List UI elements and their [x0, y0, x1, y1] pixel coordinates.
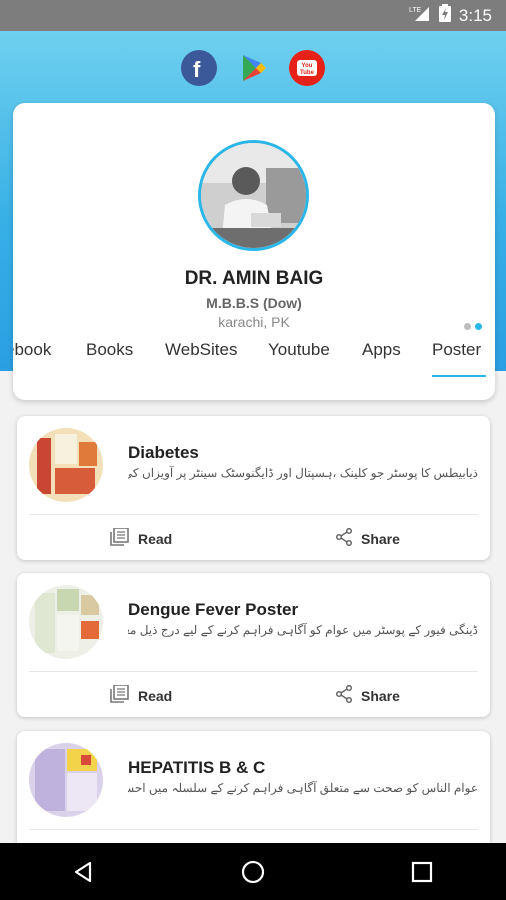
- post-title: Dengue Fever Poster: [128, 600, 299, 619]
- status-bar: LTE 3:15: [0, 0, 506, 31]
- share-label: Share: [361, 687, 400, 704]
- share-button[interactable]: Share: [335, 684, 400, 706]
- home-icon[interactable]: [233, 852, 273, 892]
- share-button[interactable]: Share: [335, 527, 400, 549]
- svg-text:You: You: [302, 63, 313, 69]
- tab-ebook[interactable]: ebook: [13, 337, 51, 377]
- page-dot: [464, 323, 471, 330]
- social-links: f You Tube: [0, 50, 506, 86]
- post-description: ذیابیطس کا پوسٹر جو کلینک ،ہسپتال اور ڈا…: [128, 466, 478, 480]
- post-card[interactable]: Dengue Fever Poster ڈینگی فیور کے پوسٹر …: [17, 573, 490, 717]
- read-button[interactable]: Read: [110, 684, 173, 706]
- svg-text:Tube: Tube: [300, 70, 315, 76]
- book-icon: [110, 684, 130, 706]
- divider: [29, 829, 478, 830]
- share-icon: [335, 684, 353, 706]
- read-label: Read: [138, 687, 173, 704]
- doctor-name: DR. AMIN BAIG: [184, 268, 324, 289]
- post-card[interactable]: Diabetes ذیابیطس کا پوسٹر جو کلینک ،ہسپت…: [17, 416, 490, 560]
- post-thumbnail: [29, 428, 103, 502]
- facebook-icon[interactable]: f: [181, 50, 217, 86]
- status-time: 3:15: [458, 5, 492, 25]
- category-tabs: ebook Books WebSites Youtube Apps Poster: [13, 337, 495, 377]
- tab-apps[interactable]: Apps: [362, 337, 401, 377]
- lte-signal-icon: LTE: [409, 5, 431, 26]
- svg-text:f: f: [193, 57, 201, 82]
- svg-text:LTE: LTE: [409, 7, 422, 14]
- share-label: Share: [361, 530, 400, 547]
- page-dot-active: [475, 323, 482, 330]
- divider: [29, 671, 478, 672]
- back-icon[interactable]: [64, 852, 104, 892]
- book-icon: [110, 527, 130, 549]
- post-title: Diabetes: [128, 443, 199, 462]
- share-icon: [335, 527, 353, 549]
- post-description: عوام الناس کو صحت سے متعلق آگاہی فراہم ک…: [128, 781, 478, 795]
- post-thumbnail: [29, 585, 103, 659]
- doctor-location: karachi, PK: [218, 314, 290, 330]
- recents-icon[interactable]: [402, 852, 442, 892]
- profile-card: DR. AMIN BAIG M.B.B.S (Dow) karachi, PK …: [13, 103, 495, 400]
- read-button[interactable]: Read: [110, 527, 173, 549]
- tab-poster[interactable]: Poster: [432, 337, 486, 377]
- tab-youtube[interactable]: Youtube: [268, 337, 330, 377]
- post-description: ڈینگی فیور کے پوسٹر میں عوام کو آگاہی فر…: [128, 623, 478, 637]
- read-label: Read: [138, 530, 173, 547]
- post-thumbnail: [29, 743, 103, 817]
- divider: [29, 514, 478, 515]
- tab-books[interactable]: Books: [86, 337, 133, 377]
- youtube-icon[interactable]: You Tube: [289, 50, 325, 86]
- battery-icon: [438, 4, 451, 27]
- system-navigation-bar: [0, 843, 506, 900]
- doctor-degree: M.B.B.S (Dow): [206, 295, 302, 311]
- tab-websites[interactable]: WebSites: [165, 337, 237, 377]
- play-store-icon[interactable]: [235, 50, 271, 86]
- post-title: HEPATITIS B & C: [128, 758, 266, 777]
- avatar: [198, 140, 309, 251]
- page-indicator: [464, 323, 482, 330]
